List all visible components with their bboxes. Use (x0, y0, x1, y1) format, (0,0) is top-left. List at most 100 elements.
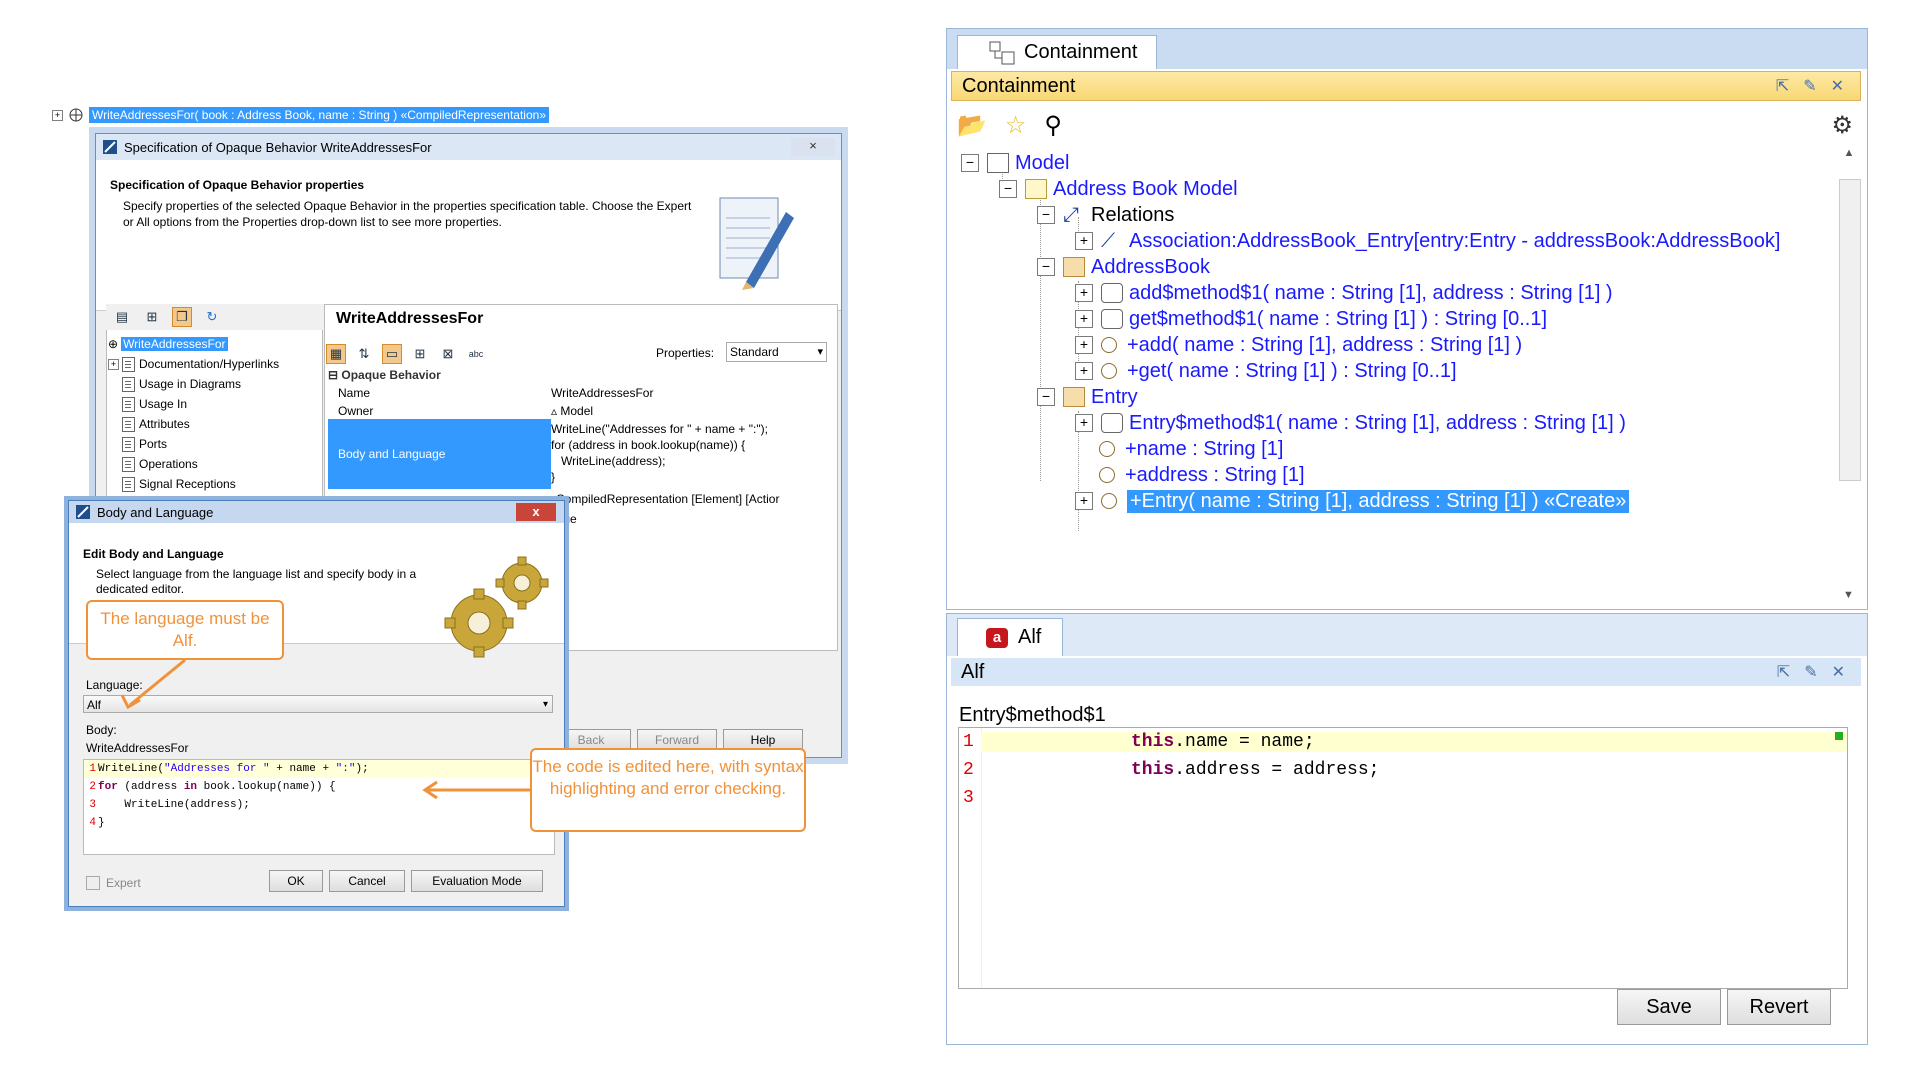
expert-checkbox[interactable]: Expert (86, 876, 141, 890)
close-icon[interactable]: ✕ (1832, 662, 1845, 682)
tree-view-icon[interactable]: ⊞ (142, 307, 162, 327)
tree-node-entry-ctor[interactable]: + +Entry( name : String [1], address : St… (1075, 485, 1630, 517)
scroll-up-icon[interactable]: ▲ (1835, 147, 1863, 159)
containment-tab-label: Containment (1024, 41, 1138, 63)
checkbox-box[interactable] (86, 876, 100, 890)
expand-icon[interactable]: + (108, 358, 119, 370)
code-editor[interactable]: 1 WriteLine("Addresses for " + name + ":"… (83, 759, 555, 855)
collapse-all-icon[interactable]: ⊠ (438, 344, 458, 364)
code-text: WriteLine(address); (98, 799, 250, 811)
page-icon (122, 356, 135, 372)
cancel-button[interactable]: Cancel (329, 870, 405, 892)
expand-all-icon[interactable]: ⊞ (410, 344, 430, 364)
code-line[interactable]: 2 for (address in book.lookup(name)) { (84, 778, 554, 796)
code-line[interactable]: 3 WriteLine(address); (84, 796, 554, 814)
alf-tab[interactable]: a Alf (957, 618, 1063, 656)
expand-icon[interactable]: + (1075, 284, 1093, 302)
expand-icon[interactable]: + (1075, 310, 1093, 328)
collapse-icon[interactable]: − (961, 154, 979, 172)
expand-icon[interactable]: + (1075, 414, 1093, 432)
properties-toolbar: ▦ ⇅ ▭ ⊞ ⊠ abc (326, 342, 486, 366)
expand-icon[interactable]: + (1075, 492, 1093, 510)
property-row[interactable]: Name WriteAddressesFor (328, 386, 836, 400)
nav-item-label: Operations (139, 457, 198, 471)
undock-icon[interactable]: ⇱ (1777, 662, 1790, 682)
code-line[interactable]: 2 this.address = address; (959, 756, 1847, 784)
nav-item-documentation[interactable]: + Documentation/Hyperlinks (106, 354, 321, 374)
scrollbar-thumb[interactable] (1839, 179, 1861, 481)
opaque-behavior-icon (69, 108, 83, 122)
collapse-icon[interactable]: ⊟ (328, 368, 341, 382)
alf-code-editor[interactable]: 1 this.name = name; 2 this.address = addre… (958, 727, 1848, 989)
close-button[interactable]: × (791, 138, 835, 156)
gear-icon[interactable]: ⚙ (1831, 111, 1853, 140)
filter-icon[interactable]: ▭ (382, 344, 402, 364)
activity-icon (1101, 413, 1123, 433)
nav-item-root[interactable]: ⊕ WriteAddressesFor (106, 334, 321, 354)
nav-item-signal-receptions[interactable]: Signal Receptions (106, 474, 321, 494)
revert-button[interactable]: Revert (1727, 989, 1831, 1025)
sort-icon[interactable]: ⇅ (354, 344, 374, 364)
spec-title-bar: Specification of Opaque Behavior WriteAd… (96, 134, 841, 160)
collapse-icon[interactable]: − (999, 180, 1017, 198)
property-icon (1099, 467, 1115, 483)
code-line[interactable]: 1 this.name = name; (959, 728, 1847, 756)
open-folder-icon[interactable]: 📂 (957, 111, 987, 140)
code-line[interactable]: 1 WriteLine("Addresses for " + name + ":"… (84, 760, 554, 778)
close-icon[interactable]: ✕ (1831, 76, 1844, 96)
language-dropdown[interactable]: Alf (83, 695, 553, 714)
refresh-icon[interactable]: ↻ (202, 307, 222, 327)
nav-item-usage-in-diagrams[interactable]: Usage in Diagrams (106, 374, 321, 394)
body-language-row[interactable]: Body and Language (328, 419, 551, 489)
nav-item-attributes[interactable]: Attributes (106, 414, 321, 434)
nav-item-operations[interactable]: Operations (106, 454, 321, 474)
model-tree-row[interactable]: + WriteAddressesFor( book : Address Book… (52, 106, 549, 124)
body-language-value[interactable]: WriteLine("Addresses for " + name + ":")… (551, 421, 836, 485)
nav-item-label: Attributes (139, 417, 190, 431)
property-key: Owner (338, 404, 374, 418)
alf-tab-label: Alf (1018, 626, 1042, 648)
code-text: WriteLine("Addresses for " + name + ":")… (98, 763, 369, 775)
categorized-icon[interactable]: ▦ (326, 344, 346, 364)
expand-icon[interactable]: + (1075, 232, 1093, 250)
pin-icon[interactable]: ✎ (1804, 662, 1817, 682)
ok-button[interactable]: OK (269, 870, 323, 892)
node-label: Model (1015, 151, 1070, 174)
property-icon (1099, 441, 1115, 457)
bl-title-bar: Body and Language x (69, 501, 564, 523)
collapse-icon[interactable]: − (1037, 388, 1055, 406)
property-row[interactable]: Owner ▵ Model (328, 404, 836, 418)
collapse-icon[interactable]: − (1037, 206, 1055, 224)
evaluation-mode-button[interactable]: Evaluation Mode (411, 870, 543, 892)
body-name: WriteAddressesFor (86, 741, 189, 755)
selected-behavior-label[interactable]: WriteAddressesFor( book : Address Book, … (89, 107, 549, 123)
properties-dropdown[interactable]: Standard (726, 342, 827, 362)
nav-item-usage-in[interactable]: Usage In (106, 394, 321, 414)
code-line[interactable]: 3 (959, 784, 1847, 812)
collapse-icon[interactable]: − (1037, 258, 1055, 276)
group-header[interactable]: ⊟ Opaque Behavior (328, 368, 441, 382)
containment-tree: − Model − Address Book Model − ⤢ Relations +… (947, 147, 1827, 607)
search-icon[interactable]: ⚲ (1044, 111, 1062, 140)
star-icon[interactable]: ☆ (1005, 111, 1027, 140)
copy-view-icon[interactable]: ❐ (172, 307, 192, 327)
containment-tab[interactable]: Containment (957, 35, 1157, 69)
table-view-icon[interactable]: ▤ (112, 307, 132, 327)
spelling-icon[interactable]: abc (466, 344, 486, 364)
page-icon (122, 376, 135, 392)
save-button[interactable]: Save (1617, 989, 1721, 1025)
node-label: +name : String [1] (1125, 437, 1284, 460)
alf-buttons: Save Revert (1617, 989, 1831, 1025)
compiled-representation-value[interactable]: CompiledRepresentation [Element] [Actior (556, 492, 779, 506)
nav-item-ports[interactable]: Ports (106, 434, 321, 454)
expert-label: Expert (106, 876, 141, 890)
expand-icon[interactable]: + (1075, 336, 1093, 354)
scroll-down-icon[interactable]: ▼ (1843, 589, 1854, 601)
pin-icon[interactable]: ✎ (1803, 76, 1816, 96)
expand-icon[interactable]: + (52, 109, 63, 121)
class-icon (1063, 257, 1085, 277)
undock-icon[interactable]: ⇱ (1776, 76, 1789, 96)
close-button[interactable]: x (516, 503, 556, 521)
expand-icon[interactable]: + (1075, 362, 1093, 380)
code-line[interactable]: 4} (84, 814, 554, 832)
